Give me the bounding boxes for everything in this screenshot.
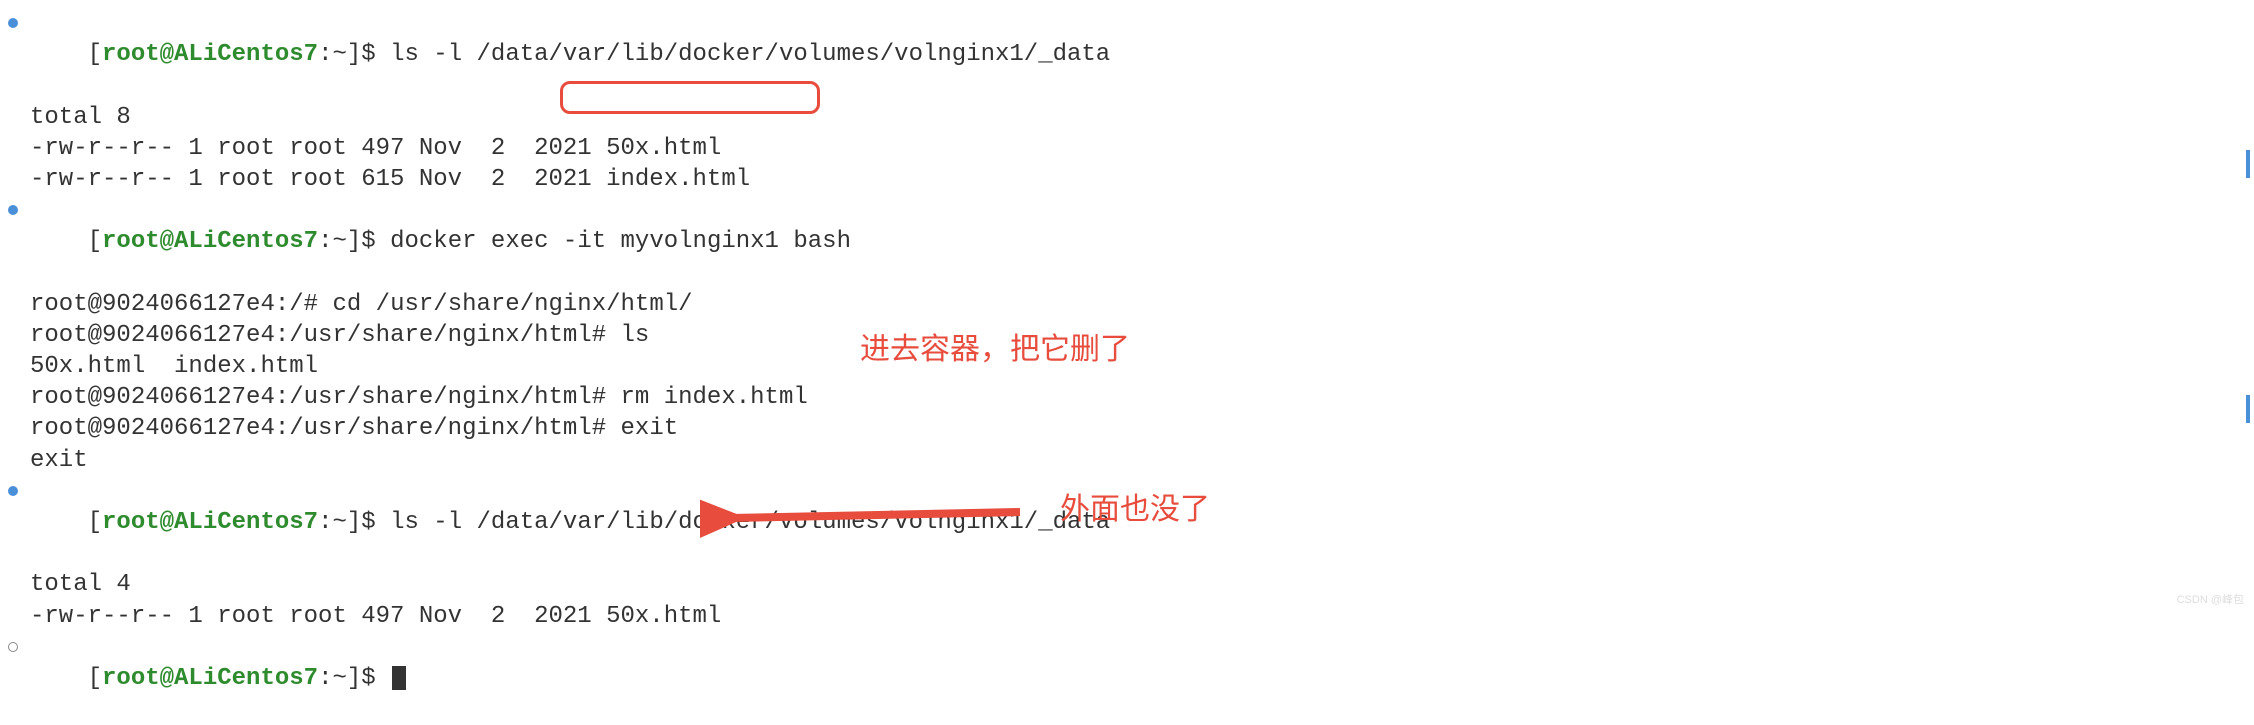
file-listing: -rw-r--r-- 1 root root 615 Nov 2 2021 in… bbox=[0, 164, 2254, 195]
container-line: root@9024066127e4:/# cd /usr/share/nginx… bbox=[0, 289, 2254, 320]
command-text: ls -l /data/var/lib/docker/volumes/volng… bbox=[390, 509, 1110, 536]
cursor-icon bbox=[392, 666, 406, 690]
command-text: cd /usr/share/nginx/html/ bbox=[332, 291, 692, 318]
terminal-line[interactable]: [root@ALiCentos7:~]$ bbox=[0, 632, 2254, 725]
terminal-line: [root@ALiCentos7:~]$ ls -l /data/var/lib… bbox=[0, 8, 2254, 102]
file-listing: -rw-r--r-- 1 root root 497 Nov 2 2021 50… bbox=[0, 133, 2254, 164]
terminal-line: [root@ALiCentos7:~]$ ls -l /data/var/lib… bbox=[0, 476, 2254, 570]
user-host: root@ALiCentos7 bbox=[102, 41, 318, 68]
bullet-icon bbox=[8, 205, 18, 215]
command-text: rm index.html bbox=[621, 384, 808, 411]
bullet-icon bbox=[8, 18, 18, 28]
output-line: exit bbox=[0, 445, 2254, 476]
command-text: docker exec -it myvolnginx1 bash bbox=[390, 228, 851, 255]
watermark: CSDN @峰包 bbox=[2177, 593, 2244, 607]
output-line: total 8 bbox=[0, 102, 2254, 133]
terminal-output: [root@ALiCentos7:~]$ ls -l /data/var/lib… bbox=[0, 8, 2254, 725]
command-text: ls bbox=[621, 322, 650, 349]
terminal-line: [root@ALiCentos7:~]$ docker exec -it myv… bbox=[0, 195, 2254, 289]
container-line: root@9024066127e4:/usr/share/nginx/html#… bbox=[0, 320, 2254, 351]
scroll-indicator bbox=[2246, 395, 2250, 423]
command-text: exit bbox=[621, 415, 679, 442]
scroll-indicator bbox=[2246, 150, 2250, 178]
command-text: ls -l /data/var/lib/docker/volumes/volng… bbox=[390, 41, 1110, 68]
container-line: root@9024066127e4:/usr/share/nginx/html#… bbox=[0, 413, 2254, 444]
bracket-close: ] bbox=[347, 41, 361, 68]
container-line: root@9024066127e4:/usr/share/nginx/html#… bbox=[0, 382, 2254, 413]
bullet-icon bbox=[8, 486, 18, 496]
file-listing: -rw-r--r-- 1 root root 497 Nov 2 2021 50… bbox=[0, 601, 2254, 632]
file-listing: 50x.html index.html bbox=[0, 351, 2254, 382]
bullet-hollow-icon bbox=[8, 642, 18, 652]
bracket-open: [ bbox=[88, 41, 102, 68]
output-line: total 4 bbox=[0, 569, 2254, 600]
